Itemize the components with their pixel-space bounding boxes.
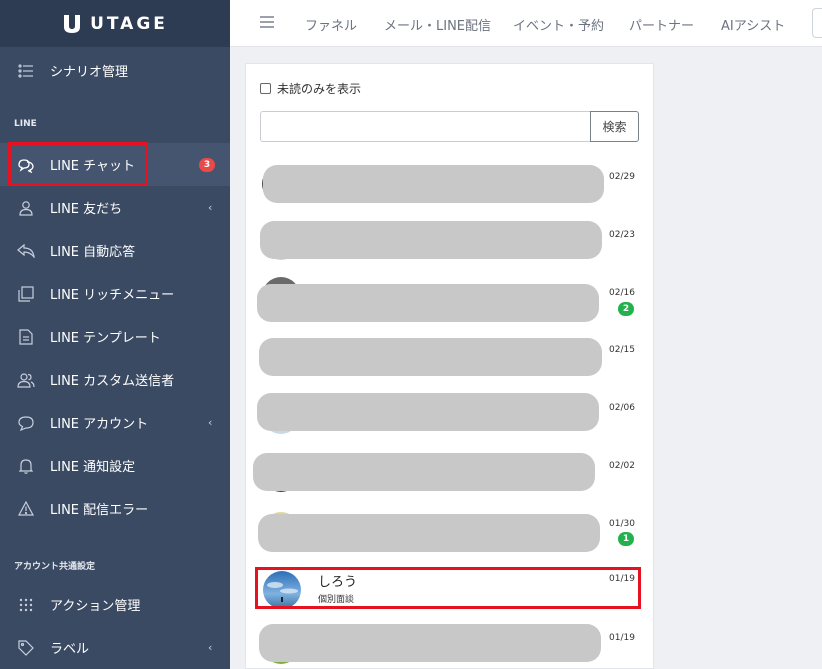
chat-bubble-icon [17,414,35,432]
chat-list-item[interactable]: 02/15 [246,330,653,384]
sidebar-item-label-tags[interactable]: ラベル ‹ [0,626,230,669]
unread-only-toggle[interactable]: 未読のみを表示 [260,80,361,97]
utage-logo-icon [64,14,81,33]
sidebar-item-action-management[interactable]: アクション管理 [0,583,230,626]
nav-partner[interactable]: パートナー [629,15,694,34]
chat-date: 02/02 [609,461,635,471]
sidebar-item-line-rich-menu[interactable]: LINE リッチメニュー [0,272,230,315]
nav-ai-assist[interactable]: AIアシスト [721,15,785,34]
sidebar-item-line-template[interactable]: LINE テンプレート [0,315,230,358]
contact-tag: 個別面談 [318,595,355,605]
unread-only-label: 未読のみを表示 [277,82,362,96]
chat-date: 02/29 [609,172,635,182]
reply-icon [17,242,35,260]
redacted-content [259,624,601,662]
chat-date: 02/23 [609,230,635,240]
chevron-left-icon: ‹ [208,416,213,429]
sidebar-item-label: LINE 配信エラー [50,503,149,518]
redacted-content [259,338,602,376]
nav-overflow-box[interactable] [812,8,822,38]
nav-event-reservation[interactable]: イベント・予約 [513,15,604,34]
section-label-common: アカウント共通設定 [14,562,96,572]
users-icon [17,371,35,389]
search-input[interactable] [260,111,591,142]
hamburger-menu-icon[interactable] [260,16,274,28]
contact-name: しろう [318,575,358,590]
tag-icon [17,639,35,657]
sidebar-item-label: LINE テンプレート [50,331,161,346]
chevron-left-icon: ‹ [208,641,213,654]
unread-count-badge: 3 [199,157,215,172]
chat-list-item[interactable]: 02/29 [246,157,653,211]
chat-list-item[interactable]: 01/30 1 [246,502,653,556]
redacted-content [253,453,595,491]
top-navigation: ファネル メール・LINE配信 イベント・予約 パートナー AIアシスト [230,0,822,47]
sidebar-item-line-account[interactable]: LINE アカウント ‹ [0,401,230,444]
sidebar-item-line-delivery-error[interactable]: LINE 配信エラー [0,487,230,530]
brand-name: UTAGE [90,13,168,34]
chat-date: 02/16 [609,288,635,298]
avatar [263,571,301,609]
unread-only-checkbox[interactable] [260,83,271,94]
sidebar-item-label: LINE リッチメニュー [50,288,175,303]
chat-list-item[interactable]: 02/16 2 [246,272,653,326]
copy-icon [17,285,35,303]
sidebar-item-label: LINE カスタム送信者 [50,374,175,389]
bell-icon [17,457,35,475]
redacted-content [263,165,604,203]
chat-date: 02/15 [609,345,635,355]
chat-list-item[interactable]: 02/23 [246,214,653,268]
chevron-left-icon: ‹ [208,201,213,214]
chat-list-item-selected[interactable]: しろう 個別面談 01/19 [246,565,653,619]
chat-list-item[interactable]: 02/06 [246,386,653,440]
sidebar-item-label: LINE 通知設定 [50,460,136,475]
chat-list-panel: 未読のみを表示 検索 02/29 02/23 02/16 2 02/15 02/… [245,63,654,669]
grid-dots-icon [17,596,35,614]
list-icon [17,62,35,80]
sidebar-item-line-notification[interactable]: LINE 通知設定 [0,444,230,487]
unread-count-badge: 1 [618,532,634,546]
chat-date: 01/19 [609,574,635,584]
unread-count-badge: 2 [618,302,634,316]
sidebar-item-label: LINE チャット [50,159,136,174]
sidebar: UTAGE シナリオ管理 LINE LINE チャット 3 LINE 友だち ‹… [0,0,230,669]
nav-mail-line-delivery[interactable]: メール・LINE配信 [384,15,491,34]
redacted-content [257,284,599,322]
sidebar-item-line-chat[interactable]: LINE チャット 3 [0,143,230,186]
redacted-content [258,514,600,552]
search-button[interactable]: 検索 [590,111,639,142]
chat-date: 01/19 [609,633,635,643]
sidebar-item-label: シナリオ管理 [50,65,129,80]
logo[interactable]: UTAGE [0,0,230,47]
sidebar-item-line-friends[interactable]: LINE 友だち ‹ [0,186,230,229]
user-icon [17,199,35,217]
chat-date: 02/06 [609,403,635,413]
sidebar-item-line-custom-sender[interactable]: LINE カスタム送信者 [0,358,230,401]
redacted-content [260,221,602,259]
sidebar-item-label: LINE 友だち [50,202,123,217]
chat-list-item[interactable]: 02/02 [246,444,653,498]
document-icon [17,328,35,346]
warning-icon [17,500,35,518]
sidebar-item-scenario[interactable]: シナリオ管理 [0,49,230,92]
sidebar-item-label: LINE 自動応答 [50,245,136,260]
section-label-line: LINE [14,119,37,129]
sidebar-item-line-auto-reply[interactable]: LINE 自動応答 [0,229,230,272]
chat-bubbles-icon [17,156,35,174]
sidebar-item-label: LINE アカウント [50,417,149,432]
chat-date: 01/30 [609,519,635,529]
sidebar-item-label: ラベル [50,642,90,657]
redacted-content [257,393,599,431]
nav-funnel[interactable]: ファネル [305,15,357,34]
chat-list-item[interactable]: 01/19 [246,616,653,669]
sidebar-item-label: アクション管理 [50,599,141,614]
